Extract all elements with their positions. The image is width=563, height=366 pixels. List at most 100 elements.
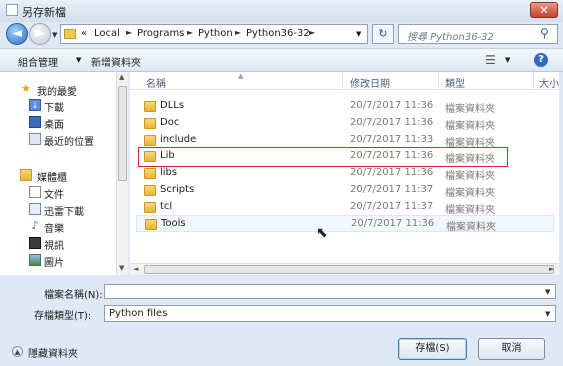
address-dropdown-icon[interactable]: ▼: [356, 30, 361, 38]
breadcrumb-local[interactable]: Local: [94, 28, 120, 39]
sidebar-item-music[interactable]: ♪ 音樂: [0, 218, 115, 236]
view-dropdown-icon[interactable]: ▼: [505, 56, 510, 64]
scroll-right-icon[interactable]: ►: [549, 265, 554, 273]
column-divider[interactable]: [342, 72, 343, 90]
file-type: 檔案資料夾: [445, 138, 495, 149]
filename-dropdown-icon[interactable]: ▼: [545, 288, 550, 296]
recent-places-icon: [29, 133, 41, 145]
breadcrumb-overflow[interactable]: «: [81, 28, 87, 39]
refresh-button[interactable]: ↻: [372, 24, 394, 44]
file-name: Doc: [160, 117, 180, 128]
file-row-include[interactable]: include 20/7/2017 11:33 檔案資料夾: [136, 132, 554, 149]
column-divider[interactable]: [533, 72, 534, 90]
file-row-doc[interactable]: Doc 20/7/2017 11:36 檔案資料夾: [136, 115, 554, 132]
file-date: 20/7/2017 11:37: [350, 201, 434, 212]
filename-label: 檔案名稱(N):: [44, 290, 103, 301]
filetype-dropdown-icon[interactable]: ▼: [545, 310, 550, 318]
file-row-tcl[interactable]: tcl 20/7/2017 11:37 檔案資料夾: [136, 199, 554, 216]
breadcrumb-programs[interactable]: Programs: [137, 28, 184, 39]
view-options-icon[interactable]: ☰: [485, 53, 496, 67]
file-row-libs[interactable]: libs 20/7/2017 11:36 檔案資料夾: [136, 165, 554, 182]
sidebar-item-label: 我的最愛: [37, 87, 77, 98]
sidebar-item-video[interactable]: 視訊: [0, 235, 115, 252]
scroll-down-icon[interactable]: ▼: [119, 264, 124, 272]
organize-dropdown-icon[interactable]: ▼: [76, 56, 81, 64]
navigation-pane: ★ 我的最愛 ↓ 下載 桌面 最近的位置 媒體櫃 文件 迅雷下載 ♪ 音樂 視訊…: [0, 72, 128, 275]
sidebar-item-label: 下載: [44, 103, 64, 114]
folder-icon: [144, 118, 156, 129]
sidebar-item-recent-places[interactable]: 最近的位置: [0, 131, 115, 148]
column-header-date[interactable]: 修改日期: [350, 75, 390, 90]
file-name: DLLs: [160, 100, 185, 111]
window-title: 另存新檔: [22, 6, 66, 19]
file-type: 檔案資料夾: [445, 171, 495, 182]
file-row-dlls[interactable]: DLLs 20/7/2017 11:36 檔案資料夾: [136, 98, 554, 115]
file-list-pane: 名稱 ▲ 修改日期 類型 大小 DLLs 20/7/2017 11:36 檔案資…: [130, 72, 559, 275]
sidebar-item-label: 視訊: [44, 241, 64, 252]
thunder-download-icon: [29, 203, 41, 215]
chevron-right-icon[interactable]: ►: [235, 28, 241, 37]
filetype-select[interactable]: Python files ▼: [104, 305, 556, 322]
file-row-lib[interactable]: Lib 20/7/2017 11:36 檔案資料夾: [138, 147, 508, 167]
save-options-panel: 檔案名稱(N): ▼ 存檔類型(T): Python files ▼ ▲ 隱藏資…: [0, 276, 563, 366]
title-bar: 另存新檔 ✕: [0, 0, 563, 22]
column-header-type[interactable]: 類型: [445, 75, 465, 90]
sidebar-item-label: 文件: [44, 190, 64, 201]
download-icon: ↓: [29, 99, 41, 111]
folder-icon: [144, 202, 156, 213]
chevron-right-icon[interactable]: ►: [126, 28, 132, 37]
file-date: 20/7/2017 11:37: [350, 184, 434, 195]
history-dropdown-icon[interactable]: ▼: [52, 31, 57, 39]
sidebar-item-libraries[interactable]: 媒體櫃: [0, 167, 115, 184]
sidebar-item-label: 最近的位置: [44, 137, 94, 148]
folder-icon: [144, 101, 156, 112]
horizontal-scrollbar[interactable]: ◄ ►: [130, 263, 559, 275]
help-icon[interactable]: ?: [534, 53, 548, 67]
new-folder-button[interactable]: 新增資料夾: [91, 54, 141, 69]
scroll-left-icon[interactable]: ◄: [133, 265, 138, 273]
scrollbar-thumb[interactable]: [118, 86, 127, 181]
library-icon: [20, 169, 32, 181]
scroll-up-icon[interactable]: ▲: [119, 73, 124, 81]
scrollbar-thumb[interactable]: [144, 265, 554, 274]
file-name: include: [160, 134, 197, 145]
address-bar[interactable]: « Local ► Programs ► Python ► Python36-3…: [60, 24, 368, 44]
file-name: libs: [160, 167, 178, 178]
sidebar-item-documents[interactable]: 文件: [0, 184, 115, 201]
video-icon: [29, 237, 41, 249]
file-date: 20/7/2017 11:36: [350, 117, 434, 128]
file-row-tools[interactable]: Tools 20/7/2017 11:36 檔案資料夾: [136, 215, 554, 233]
sidebar-item-desktop[interactable]: 桌面: [0, 114, 115, 131]
cancel-button[interactable]: 取消: [478, 338, 545, 360]
sidebar-item-label: 音樂: [44, 224, 64, 235]
sidebar-item-favorites[interactable]: ★ 我的最愛: [0, 81, 115, 99]
file-row-scripts[interactable]: Scripts 20/7/2017 11:37 檔案資料夾: [136, 182, 554, 199]
back-button[interactable]: ◄: [6, 23, 28, 45]
filetype-label: 存檔類型(T):: [34, 311, 92, 322]
pictures-icon: [29, 254, 41, 266]
save-button[interactable]: 存檔(S): [398, 338, 467, 360]
organize-button[interactable]: 組合管理: [18, 54, 58, 69]
sidebar-item-thunder-downloads[interactable]: 迅雷下載: [0, 201, 115, 218]
close-button[interactable]: ✕: [530, 2, 558, 18]
forward-button[interactable]: ►: [29, 23, 51, 45]
search-input[interactable]: 搜尋 Python36-32 ⚲: [398, 24, 558, 44]
sidebar-item-pictures[interactable]: 圖片: [0, 252, 115, 269]
column-header-name[interactable]: 名稱: [146, 75, 166, 90]
search-placeholder: 搜尋 Python36-32: [407, 32, 494, 43]
breadcrumb-python[interactable]: Python: [198, 28, 233, 39]
sidebar-scrollbar[interactable]: ▲ ▼: [116, 72, 128, 275]
column-divider[interactable]: [438, 72, 439, 90]
column-header-size[interactable]: 大小: [539, 75, 559, 90]
breadcrumb-python36-32[interactable]: Python36-32: [246, 28, 310, 39]
file-type: 檔案資料夾: [445, 154, 495, 165]
desktop-icon: [29, 116, 41, 128]
chevron-right-icon[interactable]: ►: [309, 28, 315, 37]
chevron-right-icon[interactable]: ►: [187, 28, 193, 37]
file-type: 檔案資料夾: [445, 188, 495, 199]
sidebar-item-downloads[interactable]: ↓ 下載: [0, 97, 115, 114]
filetype-value: Python files: [109, 308, 168, 319]
folder-icon: [64, 29, 76, 39]
filename-field[interactable]: ▼: [104, 284, 556, 299]
search-icon[interactable]: ⚲: [540, 26, 549, 40]
